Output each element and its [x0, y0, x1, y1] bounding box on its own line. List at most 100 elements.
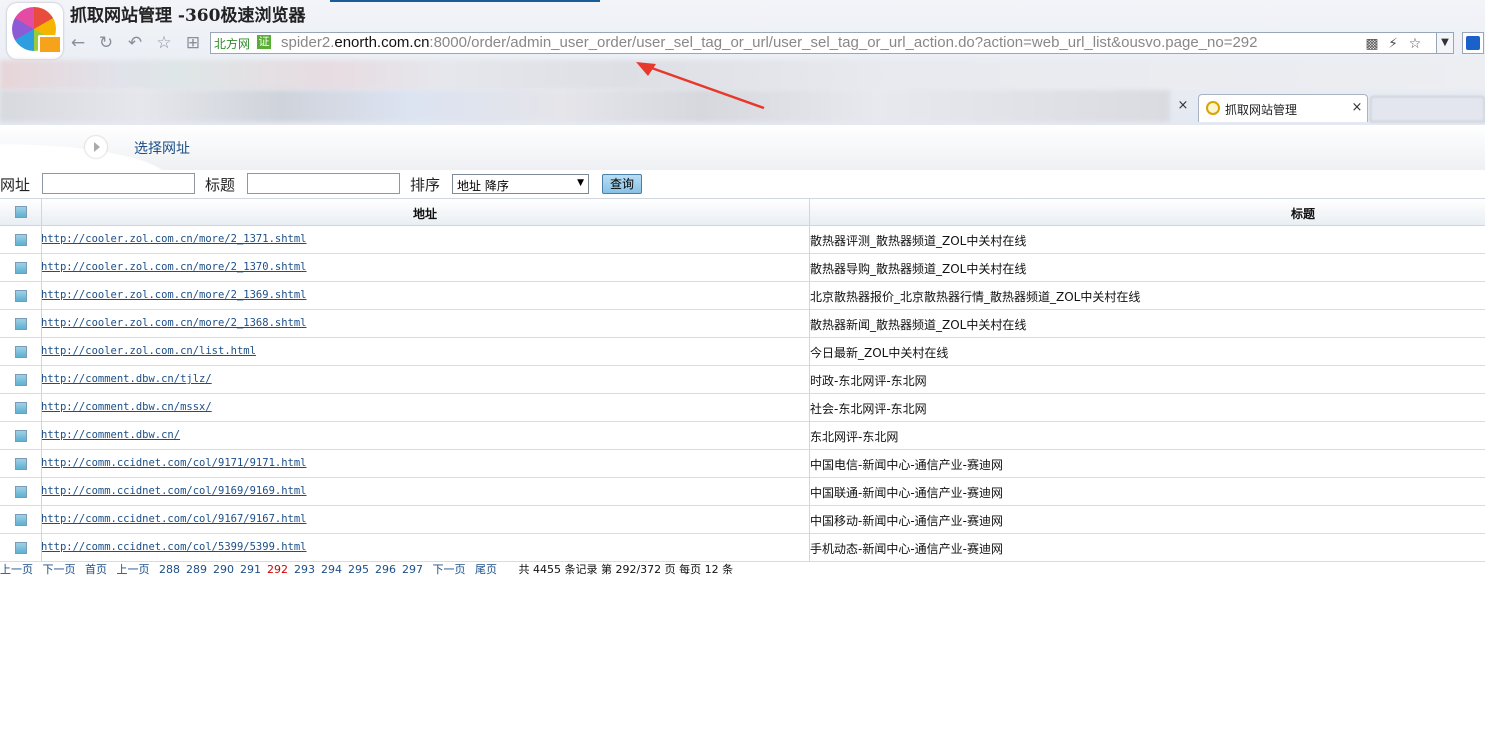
url-label: 网址: [0, 176, 31, 194]
pager-page-link[interactable]: 297: [402, 563, 423, 576]
refresh-icon[interactable]: ↻: [95, 32, 117, 54]
row-url-link[interactable]: http://cooler.zol.com.cn/more/2_1369.sht…: [41, 289, 307, 301]
tab-active[interactable]: 抓取网站管理 ×: [1198, 94, 1368, 122]
row-url-link[interactable]: http://cooler.zol.com.cn/more/2_1371.sht…: [41, 233, 307, 245]
tab-close-icon[interactable]: ×: [1349, 100, 1365, 116]
title-input[interactable]: [247, 173, 400, 194]
column-header-title[interactable]: 标题: [1291, 205, 1315, 222]
row-title: 散热器评测_散热器频道_ZOL中关村在线: [810, 234, 1027, 248]
pager-first-link[interactable]: 首页: [85, 563, 107, 576]
row-checkbox[interactable]: [15, 374, 27, 386]
url-table: 地址 标题 http://cooler.zol.com.cn/more/2_13…: [0, 198, 1485, 562]
pager-page-link[interactable]: 295: [348, 563, 369, 576]
title-underline: [330, 0, 600, 2]
play-icon: [85, 136, 107, 158]
row-url-link[interactable]: http://cooler.zol.com.cn/list.html: [41, 345, 256, 357]
column-header-address[interactable]: 地址: [413, 205, 437, 222]
row-checkbox[interactable]: [15, 486, 27, 498]
header-decoration: [0, 125, 260, 170]
row-title: 北京散热器报价_北京散热器行情_散热器频道_ZOL中关村在线: [810, 290, 1141, 304]
pager-next-link[interactable]: 下一页: [433, 563, 466, 576]
pager-page-link[interactable]: 290: [213, 563, 234, 576]
pager-info: 共 4455 条记录 第 292/372 页 每页 12 条: [518, 563, 734, 576]
url-text[interactable]: spider2.enorth.com.cn:8000/order/admin_u…: [281, 34, 1257, 51]
row-title: 中国移动-新闻中心-通信产业-赛迪网: [810, 514, 1003, 528]
star-icon[interactable]: ☆: [153, 32, 175, 54]
table-row: http://comment.dbw.cn/tjlz/时政-东北网评-东北网: [0, 366, 1485, 394]
back-icon[interactable]: ←: [67, 32, 89, 54]
row-title: 中国电信-新闻中心-通信产业-赛迪网: [810, 458, 1003, 472]
table-row: http://comm.ccidnet.com/col/9169/9169.ht…: [0, 478, 1485, 506]
table-row: http://comment.dbw.cn/mssx/社会-东北网评-东北网: [0, 394, 1485, 422]
pager-last-link[interactable]: 尾页: [475, 563, 497, 576]
tab-close-icon[interactable]: ×: [1175, 98, 1191, 114]
row-url-link[interactable]: http://comm.ccidnet.com/col/5399/5399.ht…: [41, 541, 307, 553]
pager-page-link[interactable]: 294: [321, 563, 342, 576]
column-divider: [809, 198, 810, 562]
table-row: http://cooler.zol.com.cn/more/2_1370.sht…: [0, 254, 1485, 282]
row-checkbox[interactable]: [15, 514, 27, 526]
sort-select[interactable]: 地址 降序 ▼: [452, 174, 589, 194]
row-url-link[interactable]: http://comm.ccidnet.com/col/9171/9171.ht…: [41, 457, 307, 469]
row-checkbox[interactable]: [15, 542, 27, 554]
row-url-link[interactable]: http://comment.dbw.cn/mssx/: [41, 401, 212, 413]
row-checkbox[interactable]: [15, 430, 27, 442]
row-title: 社会-东北网评-东北网: [810, 402, 927, 416]
tab-blurred[interactable]: [1370, 96, 1485, 122]
row-title: 散热器导购_散热器频道_ZOL中关村在线: [810, 262, 1027, 276]
row-title: 东北网评-东北网: [810, 430, 899, 444]
url-site-label: 北方网: [214, 37, 251, 51]
grid-icon[interactable]: ⊞: [182, 32, 204, 54]
table-row: http://cooler.zol.com.cn/more/2_1369.sht…: [0, 282, 1485, 310]
row-title: 时政-东北网评-东北网: [810, 374, 927, 388]
row-title: 中国联通-新闻中心-通信产业-赛迪网: [810, 486, 1003, 500]
row-checkbox[interactable]: [15, 318, 27, 330]
pager-page-link[interactable]: 289: [186, 563, 207, 576]
pager-page-link[interactable]: 288: [159, 563, 180, 576]
url-input[interactable]: [42, 173, 195, 194]
table-row: http://comment.dbw.cn/东北网评-东北网: [0, 422, 1485, 450]
row-url-link[interactable]: http://comment.dbw.cn/: [41, 429, 180, 441]
pager-current-page[interactable]: 292: [267, 563, 288, 576]
row-checkbox[interactable]: [15, 346, 27, 358]
row-url-link[interactable]: http://comm.ccidnet.com/col/9169/9169.ht…: [41, 485, 307, 497]
window-title: 抓取网站管理 -360极速浏览器: [70, 6, 306, 26]
pager-page-link[interactable]: 293: [294, 563, 315, 576]
row-url-link[interactable]: http://comment.dbw.cn/tjlz/: [41, 373, 212, 385]
table-row: http://cooler.zol.com.cn/list.html 今日最新_Z…: [0, 338, 1485, 366]
table-row: http://comm.ccidnet.com/col/5399/5399.ht…: [0, 534, 1485, 562]
qr-icon[interactable]: ▩: [1363, 35, 1381, 53]
sort-selected-value: 地址 降序: [457, 179, 509, 193]
row-url-link[interactable]: http://cooler.zol.com.cn/more/2_1368.sht…: [41, 317, 307, 329]
row-checkbox[interactable]: [15, 458, 27, 470]
pager-prev-link[interactable]: 上一页: [117, 563, 150, 576]
address-bar[interactable]: 北方网 证 spider2.enorth.com.cn:8000/order/a…: [210, 32, 1437, 54]
row-checkbox[interactable]: [15, 234, 27, 246]
browser-chrome: 抓取网站管理 -360极速浏览器 ← ↻ ↶ ☆ ⊞ 北方网 证 spider2…: [0, 0, 1485, 125]
column-divider: [41, 198, 42, 562]
dropdown-icon[interactable]: ▼: [1436, 32, 1454, 54]
pager-page-link[interactable]: 291: [240, 563, 261, 576]
page-title: 选择网址: [134, 141, 190, 157]
chevron-down-icon: ▼: [577, 178, 584, 188]
row-title: 散热器新闻_散热器频道_ZOL中关村在线: [810, 318, 1027, 332]
title-label: 标题: [205, 176, 236, 194]
favorite-icon[interactable]: ☆: [1406, 35, 1424, 53]
pager-page-link[interactable]: 296: [375, 563, 396, 576]
extension-icon[interactable]: [1462, 32, 1484, 54]
row-checkbox[interactable]: [15, 402, 27, 414]
row-url-link[interactable]: http://comm.ccidnet.com/col/9167/9167.ht…: [41, 513, 307, 525]
row-checkbox[interactable]: [15, 290, 27, 302]
sort-label: 排序: [410, 176, 441, 194]
table-row: http://comm.ccidnet.com/col/9167/9167.ht…: [0, 506, 1485, 534]
pager-prev-link[interactable]: 上一页: [0, 563, 33, 576]
cert-icon[interactable]: 证: [257, 35, 271, 49]
query-button[interactable]: 查询: [602, 174, 642, 194]
undo-icon[interactable]: ↶: [124, 32, 146, 54]
row-url-link[interactable]: http://cooler.zol.com.cn/more/2_1370.sht…: [41, 261, 307, 273]
row-checkbox[interactable]: [15, 262, 27, 274]
flash-icon[interactable]: ⚡: [1384, 35, 1402, 53]
tab-label: 抓取网站管理: [1225, 103, 1298, 117]
pager-next-link[interactable]: 下一页: [43, 563, 76, 576]
select-all-checkbox[interactable]: [15, 206, 27, 218]
